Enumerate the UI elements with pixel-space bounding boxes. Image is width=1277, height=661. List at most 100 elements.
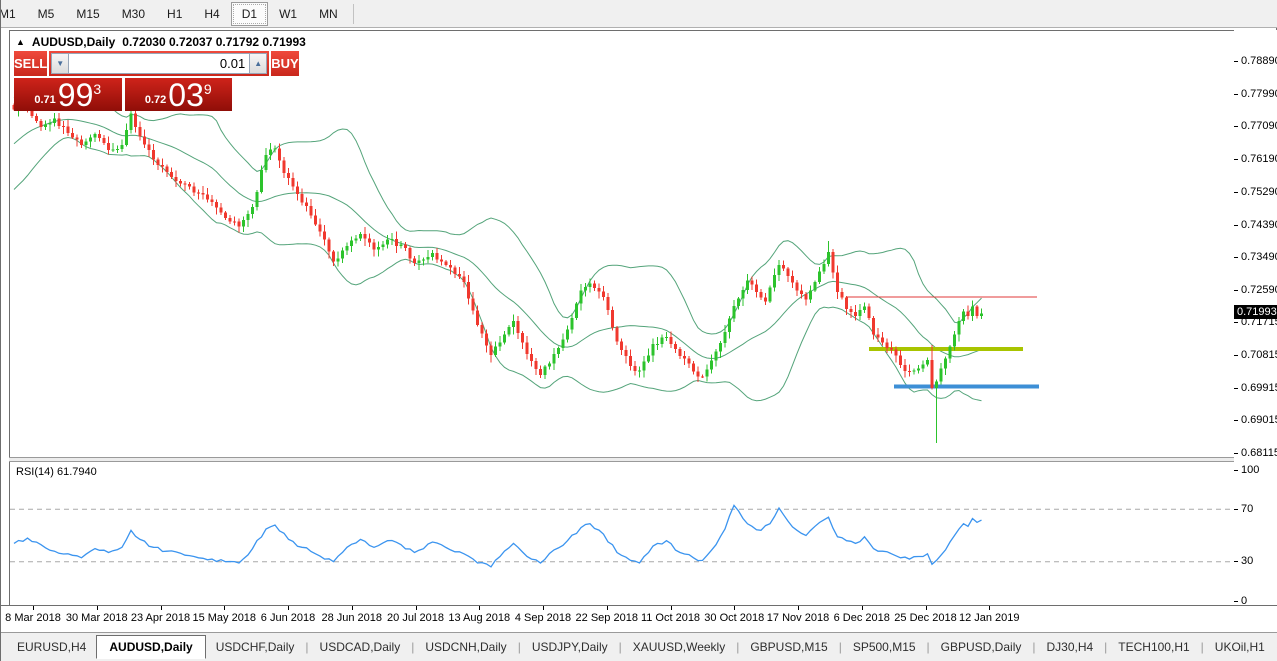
tab-xauusd-weekly[interactable]: XAUUSD,Weekly [623,635,735,659]
price-axis-tick [1234,126,1238,127]
price-axis-tick [1234,159,1238,160]
candle-body [413,258,416,263]
candle-body [503,335,506,343]
chart-shift-marker-icon: ▲ [16,37,25,47]
volume-increase-button[interactable]: ▲ [249,53,267,74]
candle-body [467,282,470,298]
date-axis-tick [734,606,735,610]
price-axis[interactable]: 0.788900.779900.770900.761900.752900.743… [1234,30,1277,605]
tab-gbpusd-m15[interactable]: GBPUSD,M15 [740,635,837,659]
candle-body [548,363,551,366]
candle-body [242,220,245,226]
tab-usdcnh-daily[interactable]: USDCNH,Daily [415,635,516,659]
date-axis-label: 15 May 2018 [192,612,256,624]
timeframe-button-m5[interactable]: M5 [27,2,66,26]
candle-body [823,264,826,272]
tab-usdcad-daily[interactable]: USDCAD,Daily [310,635,411,659]
tab-eurusd-h4[interactable]: EURUSD,H4 [7,635,96,659]
candle-body [710,360,713,369]
tab-gbpusd-daily[interactable]: GBPUSD,Daily [931,635,1032,659]
price-axis-tick [1234,290,1238,291]
rsi-axis-label: 30 [1241,555,1253,567]
date-axis-tick [671,606,672,610]
timeframe-button-m15[interactable]: M15 [65,2,110,26]
candle-body [634,366,637,371]
candle-body [764,297,767,301]
candle-body [382,245,385,247]
candle-body [134,114,137,128]
candle-body [143,137,146,145]
candle-body [755,284,758,292]
candle-body [818,272,821,283]
date-axis-label: 6 Jun 2018 [261,612,315,624]
candle-body [283,161,286,173]
rsi-axis-tick [1234,601,1238,602]
candle-body [562,339,565,348]
candle-body [265,155,268,170]
rsi-axis-tick [1234,561,1238,562]
candle-body [130,114,133,130]
buy-price-tile[interactable]: 0.72 03 9 [125,78,233,111]
candle-body [449,265,452,268]
volume-input[interactable] [69,53,249,74]
candle-body [233,222,236,223]
timeframe-button-d1[interactable]: D1 [231,2,268,26]
rsi-pane[interactable]: RSI(14) 61.7940 [9,462,1235,606]
candle-body [598,288,601,291]
tab-ukoil-h1[interactable]: UKOil,H1 [1205,635,1275,659]
tab-usdjpy-daily[interactable]: USDJPY,Daily [522,635,618,659]
timeframe-button-h1[interactable]: H1 [156,2,193,26]
sell-price-big: 99 [58,80,94,110]
candle-body [886,342,889,348]
candle-body [625,350,628,356]
candle-body [782,265,785,268]
date-axis-tick [798,606,799,610]
date-axis-tick [352,606,353,610]
tab-tech100-h1[interactable]: TECH100,H1 [1108,635,1199,659]
volume-decrease-button[interactable]: ▼ [51,53,69,74]
candle-body [589,283,592,287]
candle-body [706,369,709,376]
candle-body [940,369,943,382]
candle-body [157,160,160,165]
candle-body [854,312,857,316]
price-pane[interactable]: ▲ AUDUSD,Daily 0.72030 0.72037 0.71792 0… [9,30,1235,458]
tab-audusd-daily[interactable]: AUDUSD,Daily [96,635,205,659]
date-axis-label: 25 Dec 2018 [894,612,956,624]
candle-body [197,193,200,194]
candle-body [742,290,745,299]
tab-usdchf-daily[interactable]: USDCHF,Daily [206,635,305,659]
candle-body [422,260,425,261]
timeframe-button-w1[interactable]: W1 [268,2,308,26]
timeframe-button-h4[interactable]: H4 [193,2,230,26]
buy-button[interactable]: BUY [271,51,298,76]
candle-body [332,252,335,262]
price-axis-label: 0.69015 [1241,414,1277,426]
candle-body [895,350,898,356]
timeframe-button-m30[interactable]: M30 [111,2,156,26]
date-axis[interactable]: 8 Mar 201830 Mar 201823 Apr 201815 May 2… [1,605,1277,633]
candle-body [575,304,578,318]
tab-dj30-h4[interactable]: DJ30,H4 [1036,635,1103,659]
candle-body [553,354,556,363]
timeframe-button-mn[interactable]: MN [308,2,349,26]
candle-body [643,362,646,371]
timeframe-button-m1[interactable]: M1 [1,2,27,26]
timeframe-toolbar: M1M5M15M30H1H4D1W1MN [1,0,1277,28]
candle-body [557,348,560,354]
sell-button[interactable]: SELL [14,51,47,76]
rsi-chart[interactable] [10,462,1234,605]
sell-price-tile[interactable]: 0.71 99 3 [14,78,122,111]
tab-sp500-m15[interactable]: SP500,M15 [843,635,926,659]
candle-body [872,318,875,334]
candle-body [674,344,677,349]
candle-body [238,222,241,227]
candle-body [629,356,632,366]
candle-body [859,310,862,316]
candle-body [188,184,191,186]
candle-body [436,253,439,259]
candle-body [535,361,538,369]
date-axis-tick [161,606,162,610]
price-axis-label: 0.68115 [1241,447,1277,459]
candle-body [395,239,398,246]
